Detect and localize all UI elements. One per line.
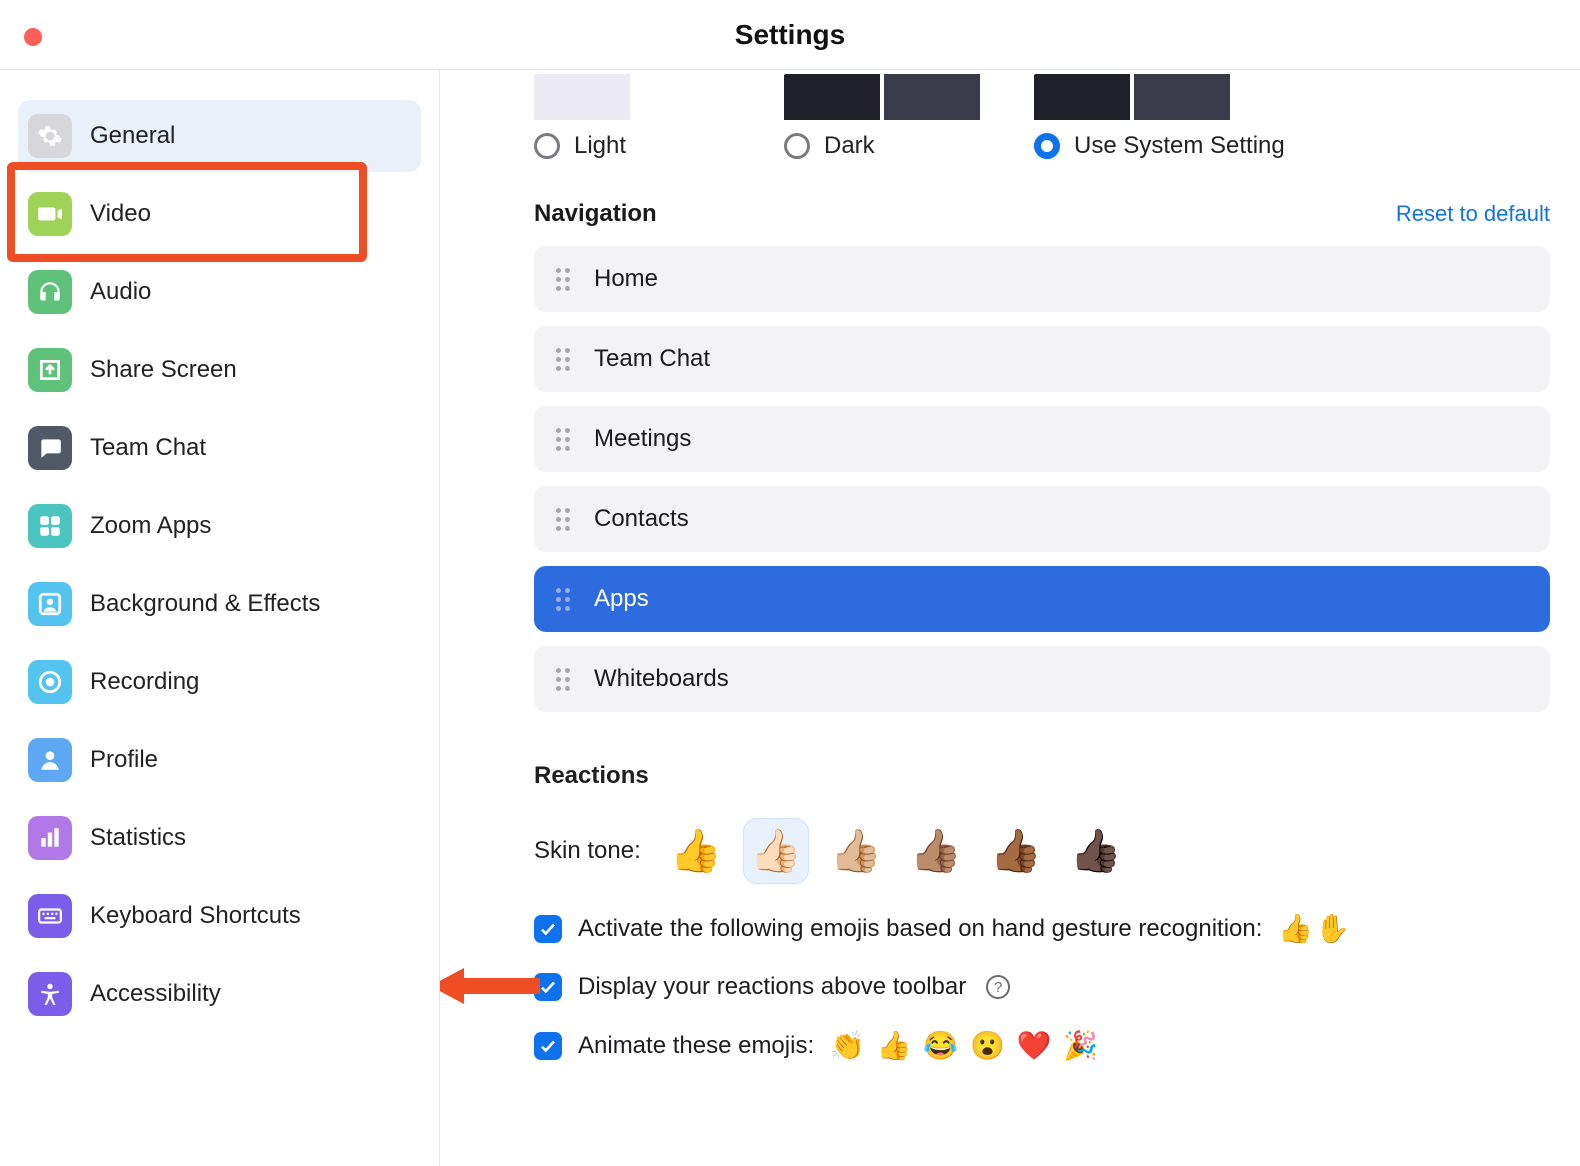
nav-item-meetings[interactable]: Meetings	[534, 406, 1550, 472]
sidebar-item-label: General	[90, 122, 175, 150]
sidebar-item-team-chat[interactable]: Team Chat	[18, 412, 421, 484]
skin-tone-option-3[interactable]: 👍🏽	[903, 818, 969, 884]
annotation-arrow	[440, 965, 540, 1012]
sidebar-item-profile[interactable]: Profile	[18, 724, 421, 796]
checkbox[interactable]	[534, 1032, 562, 1060]
drag-handle-icon[interactable]	[556, 667, 572, 691]
sidebar-item-label: Accessibility	[90, 980, 221, 1008]
theme-preview	[1034, 74, 1230, 120]
reaction-checkbox-row-2: Animate these emojis: 👏 👍 😂 😮 ❤️ 🎉	[534, 1029, 1550, 1062]
audio-icon	[28, 270, 72, 314]
skin-tone-option-1[interactable]: 👍🏻	[743, 818, 809, 884]
nav-item-contacts[interactable]: Contacts	[534, 486, 1550, 552]
sidebar-item-audio[interactable]: Audio	[18, 256, 421, 328]
drag-handle-icon[interactable]	[556, 587, 572, 611]
theme-preview	[534, 74, 730, 120]
theme-preview	[784, 74, 980, 120]
drag-handle-icon[interactable]	[556, 267, 572, 291]
nav-item-label: Contacts	[594, 505, 689, 533]
window-title: Settings	[735, 19, 845, 51]
sidebar-item-label: Profile	[90, 746, 158, 774]
titlebar: Settings	[0, 0, 1580, 70]
sidebar-item-label: Statistics	[90, 824, 186, 852]
nav-item-label: Meetings	[594, 425, 691, 453]
checkbox-label: Animate these emojis:	[578, 1032, 814, 1060]
checkbox-emojis: 👍✋	[1278, 912, 1352, 945]
sidebar-item-label: Video	[90, 200, 151, 228]
effects-icon	[28, 582, 72, 626]
nav-item-whiteboards[interactable]: Whiteboards	[534, 646, 1550, 712]
sidebar-item-label: Background & Effects	[90, 590, 320, 618]
reaction-checkbox-row-0: Activate the following emojis based on h…	[534, 912, 1550, 945]
reaction-checkbox-row-1: Display your reactions above toolbar?	[534, 973, 1550, 1001]
sidebar-item-statistics[interactable]: Statistics	[18, 802, 421, 874]
drag-handle-icon[interactable]	[556, 507, 572, 531]
theme-label: Use System Setting	[1074, 132, 1285, 160]
nav-item-label: Team Chat	[594, 345, 710, 373]
sidebar-item-label: Zoom Apps	[90, 512, 211, 540]
theme-selector: Light Dark Use System Setting	[534, 70, 1550, 160]
stats-icon	[28, 816, 72, 860]
profile-icon	[28, 738, 72, 782]
nav-item-team-chat[interactable]: Team Chat	[534, 326, 1550, 392]
sidebar-item-label: Keyboard Shortcuts	[90, 902, 301, 930]
theme-option-dark[interactable]: Dark	[784, 74, 980, 160]
reactions-section-title: Reactions	[534, 762, 1550, 790]
reactions-checkboxes: Activate the following emojis based on h…	[534, 912, 1550, 1062]
chat-icon	[28, 426, 72, 470]
record-icon	[28, 660, 72, 704]
settings-sidebar: General Video Audio Share Screen Team Chat Zo…	[0, 70, 440, 1166]
nav-item-label: Home	[594, 265, 658, 293]
sidebar-item-label: Team Chat	[90, 434, 206, 462]
theme-label: Light	[574, 132, 626, 160]
skin-tone-option-4[interactable]: 👍🏾	[983, 818, 1049, 884]
navigation-section-title: Navigation	[534, 200, 657, 228]
share-icon	[28, 348, 72, 392]
navigation-list: Home Team Chat Meetings Contacts Apps Whitebo…	[534, 246, 1550, 712]
theme-label: Dark	[824, 132, 875, 160]
close-window-button[interactable]	[24, 28, 42, 46]
reset-to-default-link[interactable]: Reset to default	[1396, 201, 1550, 227]
skin-tone-option-0[interactable]: 👍	[663, 818, 729, 884]
sidebar-item-share-screen[interactable]: Share Screen	[18, 334, 421, 406]
checkbox[interactable]	[534, 915, 562, 943]
sidebar-item-zoom-apps[interactable]: Zoom Apps	[18, 490, 421, 562]
skin-tone-option-5[interactable]: 👍🏿	[1063, 818, 1129, 884]
skin-tone-label: Skin tone:	[534, 837, 641, 865]
nav-item-apps[interactable]: Apps	[534, 566, 1550, 632]
keyboard-icon	[28, 894, 72, 938]
apps-icon	[28, 504, 72, 548]
a11y-icon	[28, 972, 72, 1016]
sidebar-item-label: Recording	[90, 668, 199, 696]
sidebar-item-label: Audio	[90, 278, 151, 306]
theme-radio[interactable]	[534, 133, 560, 159]
skin-tone-selector: Skin tone: 👍👍🏻👍🏼👍🏽👍🏾👍🏿	[534, 818, 1550, 884]
checkbox-label: Display your reactions above toolbar	[578, 973, 966, 1001]
settings-content: Light Dark Use System Setting Navigation R…	[440, 70, 1580, 1166]
drag-handle-icon[interactable]	[556, 427, 572, 451]
sidebar-item-video[interactable]: Video	[18, 178, 421, 250]
video-icon	[28, 192, 72, 236]
drag-handle-icon[interactable]	[556, 347, 572, 371]
gear-icon	[28, 114, 72, 158]
sidebar-item-keyboard-shortcuts[interactable]: Keyboard Shortcuts	[18, 880, 421, 952]
checkbox-label: Activate the following emojis based on h…	[578, 915, 1262, 943]
sidebar-item-background-effects[interactable]: Background & Effects	[18, 568, 421, 640]
nav-item-home[interactable]: Home	[534, 246, 1550, 312]
theme-option-light[interactable]: Light	[534, 74, 730, 160]
sidebar-item-recording[interactable]: Recording	[18, 646, 421, 718]
help-icon[interactable]: ?	[986, 975, 1010, 999]
nav-item-label: Apps	[594, 585, 649, 613]
checkbox-emojis: 👏 👍 😂 😮 ❤️ 🎉	[830, 1029, 1100, 1062]
theme-radio[interactable]	[1034, 133, 1060, 159]
sidebar-item-label: Share Screen	[90, 356, 237, 384]
skin-tone-option-2[interactable]: 👍🏼	[823, 818, 889, 884]
theme-option-use-system-setting[interactable]: Use System Setting	[1034, 74, 1285, 160]
sidebar-item-general[interactable]: General	[18, 100, 421, 172]
theme-radio[interactable]	[784, 133, 810, 159]
nav-item-label: Whiteboards	[594, 665, 729, 693]
sidebar-item-accessibility[interactable]: Accessibility	[18, 958, 421, 1030]
